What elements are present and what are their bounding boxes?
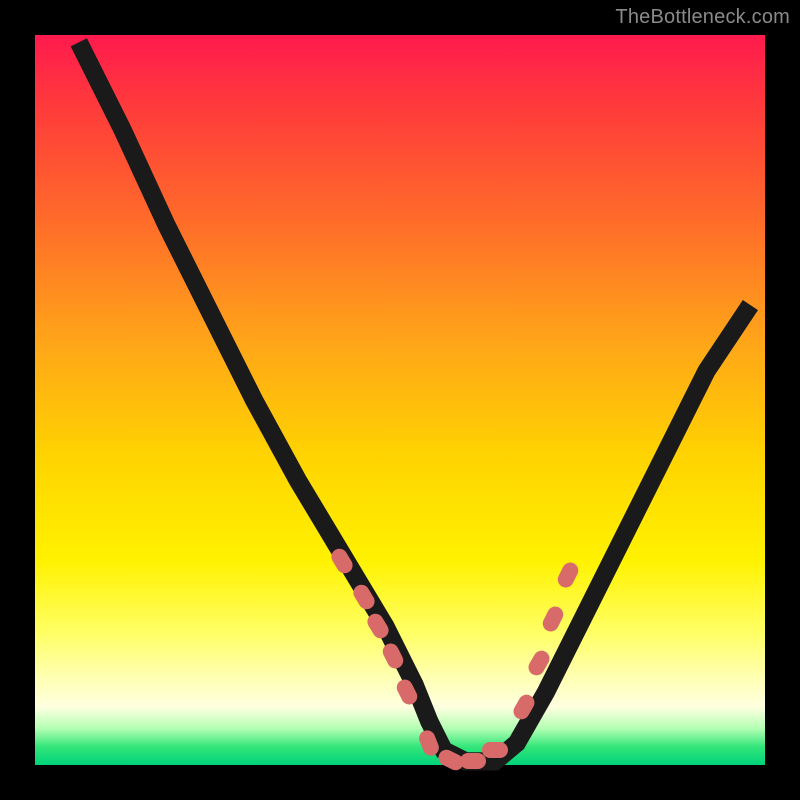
curve-marker (482, 742, 508, 758)
frame: TheBottleneck.com (0, 0, 800, 800)
bottleneck-curve (79, 42, 751, 761)
plot-area (35, 35, 765, 765)
curve-marker (460, 753, 486, 769)
watermark-text: TheBottleneck.com (615, 6, 790, 29)
